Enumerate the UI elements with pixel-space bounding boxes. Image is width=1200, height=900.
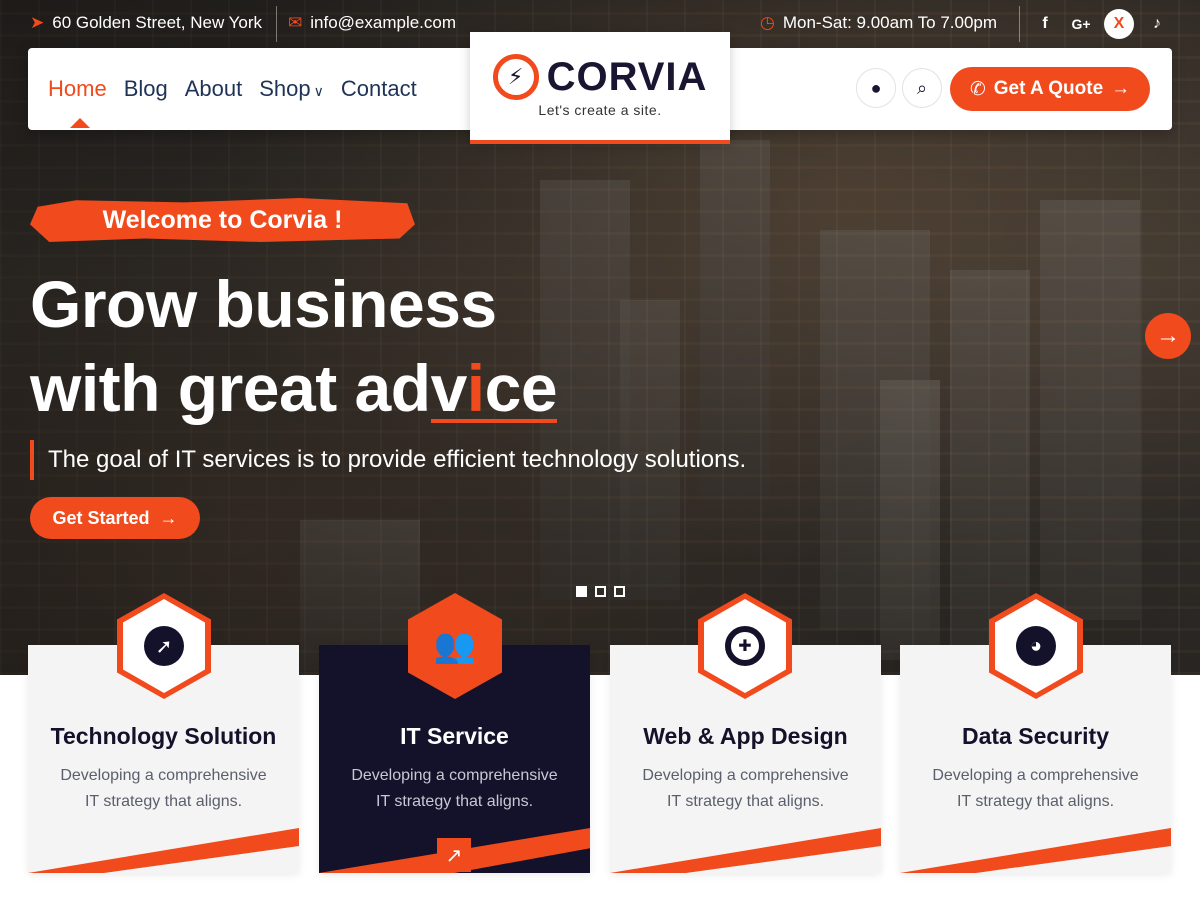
site-logo[interactable]: ⚡ CORVIA Let's create a site.	[470, 32, 730, 144]
headline-line-2: with great advice	[30, 351, 558, 425]
location-arrow-icon: ➤	[30, 13, 45, 32]
facebook-icon[interactable]: f	[1030, 9, 1060, 39]
nav-item-about[interactable]: About	[185, 76, 243, 102]
nav-item-shop-label: Shop	[259, 76, 311, 101]
lightning-logo-icon: ⚡	[492, 54, 539, 100]
email-link[interactable]: info@example.com	[310, 13, 456, 33]
lifebuoy-icon: ✚	[725, 626, 765, 666]
slider-pagination	[576, 586, 625, 597]
service-title: Data Security	[961, 723, 1109, 749]
nav-item-home[interactable]: Home	[48, 76, 107, 128]
search-button[interactable]: ⌕	[902, 68, 942, 108]
get-a-quote-button[interactable]: ✆ Get A Quote →	[950, 67, 1150, 111]
nav-item-shop[interactable]: Shop ∨	[259, 76, 324, 102]
whatsapp-icon: ✆	[969, 78, 986, 100]
pie-chart-icon: ◕	[1016, 626, 1056, 666]
hero-headline: Grow business with great advice	[30, 262, 558, 430]
google-plus-icon[interactable]: G+	[1066, 9, 1096, 39]
compass-icon: ➚	[144, 626, 184, 666]
arrow-right-icon: →	[1111, 78, 1131, 99]
service-description: Developing a comprehensive IT strategy th…	[642, 767, 849, 810]
hours-item: ◷ Mon-Sat: 9.00am To 7.00pm	[760, 13, 997, 33]
chevron-down-icon: ∨	[313, 83, 324, 99]
slide-dot-3[interactable]	[614, 586, 625, 597]
hours-text: Mon-Sat: 9.00am To 7.00pm	[782, 13, 998, 32]
nav-item-contact[interactable]: Contact	[341, 76, 417, 102]
service-description: Developing a comprehensive IT strategy th…	[932, 767, 1139, 810]
slide-dot-1[interactable]	[576, 586, 587, 597]
email-item[interactable]: ✉ info@example.com	[288, 13, 456, 33]
search-icon: ⌕	[916, 77, 928, 98]
welcome-badge: Welcome to Corvia !	[30, 198, 415, 242]
service-title: Web & App Design	[643, 723, 848, 749]
address-item: ➤ 60 Golden Street, New York	[30, 13, 262, 33]
service-title: Technology Solution	[50, 723, 277, 749]
logo-tagline: Let's create a site.	[538, 102, 662, 118]
nav-menu: Home Blog About Shop ∨ Contact	[48, 76, 417, 128]
arrow-up-right-icon: ↗	[445, 844, 463, 867]
user-icon: ●	[870, 77, 882, 98]
arrow-right-icon: →	[159, 507, 178, 528]
user-account-button[interactable]: ●	[856, 68, 896, 108]
hero-subtitle: The goal of IT services is to provide ef…	[30, 440, 746, 480]
welcome-badge-text: Welcome to Corvia !	[102, 206, 343, 234]
divider	[1019, 6, 1020, 42]
logo-wordmark: CORVIA	[546, 54, 708, 99]
users-icon: 👥	[433, 627, 477, 665]
service-description: Developing a comprehensive IT strategy th…	[60, 767, 267, 810]
headline-line-1: Grow business	[30, 267, 497, 341]
tiktok-icon[interactable]: ♪	[1142, 9, 1172, 39]
slider-next-button[interactable]: →	[1145, 313, 1191, 359]
service-description: Developing a comprehensive IT strategy th…	[351, 767, 558, 810]
service-link-button[interactable]: ↗	[437, 838, 471, 872]
arrow-right-icon: →	[1156, 322, 1180, 349]
envelope-icon: ✉	[288, 13, 303, 32]
x-twitter-icon[interactable]: X	[1104, 9, 1134, 39]
get-started-label: Get Started	[52, 507, 150, 528]
get-a-quote-label: Get A Quote	[993, 78, 1104, 99]
slide-dot-2[interactable]	[595, 586, 606, 597]
nav-item-blog[interactable]: Blog	[124, 76, 168, 102]
service-title: IT Service	[400, 723, 509, 749]
address-text: 60 Golden Street, New York	[52, 13, 263, 32]
clock-icon: ◷	[760, 13, 775, 32]
get-started-button[interactable]: Get Started →	[30, 497, 200, 539]
divider	[276, 6, 277, 42]
